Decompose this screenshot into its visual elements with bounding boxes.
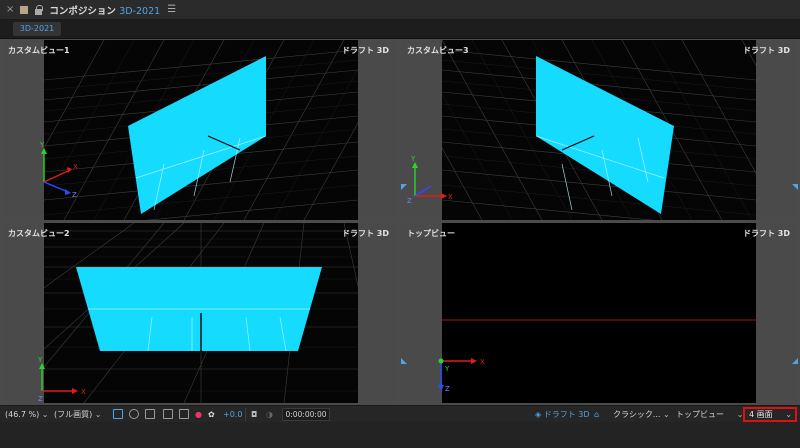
composition-viewer[interactable]: カスタムビュー1 ドラフト 3D Y X Z カスタムビュー3 ドラフト 3D … (0, 39, 800, 405)
chevron-down-icon: ⌄ (94, 410, 102, 419)
exposure-value[interactable]: +0.0 (223, 408, 242, 421)
timecode-field[interactable]: 0:00:00:00 (282, 408, 330, 421)
axis-gizmo: X Y Z (438, 358, 485, 393)
view-layout-dropdown[interactable]: 4 画面 ⌄ (743, 407, 797, 422)
axis-y-label: Y (444, 365, 450, 373)
panel-title-text: コンポジション (49, 5, 116, 17)
panel-menu-icon[interactable]: ☰ (167, 4, 176, 15)
fast-previews-icon[interactable] (113, 409, 123, 419)
close-icon[interactable]: × (6, 4, 14, 15)
resolution-dropdown[interactable]: (フル画質) ⌄ (54, 408, 102, 421)
axis-gizmo: Y X Z (37, 356, 86, 403)
viewport-custom-view-3[interactable]: カスタムビュー3 ドラフト 3D Y X Z (401, 40, 798, 220)
axis-z-label: Z (407, 197, 412, 205)
composition-tab-strip: 3D-2021 (0, 20, 800, 39)
axis-z-label: Z (38, 395, 43, 403)
zoom-dropdown[interactable]: (46.7 %) ⌄ (5, 408, 48, 421)
mask-visibility-icon[interactable] (145, 409, 155, 419)
axis-z-label: Z (72, 191, 77, 199)
view-layout-value: 4 画面 (749, 410, 773, 419)
chevron-down-icon: ⌄ (41, 410, 49, 419)
composition-panel: × コンポジション 3D-2021 ☰ 3D-2021 カスタムビュー1 ドラフ… (0, 0, 800, 448)
viewport-label: カスタムビュー3 (407, 46, 469, 55)
viewport-custom-view-1[interactable]: カスタムビュー1 ドラフト 3D Y X Z (2, 40, 397, 220)
viewport-render-mode: ドラフト 3D (342, 229, 389, 238)
panel-title-bar: × コンポジション 3D-2021 ☰ (0, 0, 800, 20)
grid-guides-icon[interactable] (179, 409, 189, 419)
viewport-render-mode: ドラフト 3D (743, 46, 790, 55)
renderer-dropdown[interactable]: クラシック... ⌄ (613, 408, 670, 421)
viewport-render-mode: ドラフト 3D (342, 46, 389, 55)
exposure-reset-icon[interactable]: ✿ (208, 408, 215, 421)
axis-x-label: X (73, 163, 78, 171)
active-viewport-corner (401, 184, 407, 190)
snapshot-camera-icon[interactable]: ◘ (251, 408, 257, 421)
scene-canvas (44, 40, 358, 220)
region-of-interest-icon[interactable] (163, 409, 173, 419)
axis-gizmo: Y X Z (407, 156, 453, 205)
transparency-grid-icon[interactable] (129, 409, 139, 419)
3d-view-dropdown[interactable]: トップビュー ⌄ (676, 408, 743, 421)
chevron-down-icon: ⌄ (785, 410, 792, 419)
axis-y-label: Y (37, 356, 43, 364)
axis-gizmo: Y X Z (39, 141, 78, 199)
scene-canvas (442, 40, 756, 220)
axis-y-label: Y (410, 156, 416, 163)
viewport-label: カスタムビュー2 (8, 229, 70, 238)
composition-tab[interactable]: 3D-2021 (13, 22, 61, 36)
composition-name[interactable]: 3D-2021 (119, 6, 160, 17)
viewport-label: トップビュー (407, 229, 455, 238)
axis-x-label: X (81, 388, 86, 396)
channel-icon[interactable]: ● (195, 408, 202, 421)
axis-x-label: X (480, 358, 485, 366)
active-viewport-corner (792, 184, 798, 190)
axis-x-label: X (448, 193, 453, 201)
chevron-down-icon: ⌄ (663, 410, 670, 419)
viewer-toolbar: (46.7 %) ⌄ (フル画質) ⌄ ● ✿ +0.0 ◘ ◑ 0:00:00… (0, 405, 800, 422)
lock-icon[interactable] (34, 4, 44, 15)
viewport-render-mode: ドラフト 3D (743, 229, 790, 238)
viewport-custom-view-2[interactable]: カスタムビュー2 ドラフト 3D Y X Z (2, 223, 397, 403)
label-color-swatch[interactable] (20, 5, 29, 14)
axis-z-label: Z (445, 385, 450, 393)
panel-title: コンポジション 3D-2021 (49, 3, 160, 17)
active-viewport-corner (401, 358, 407, 364)
extended-viewer-icon[interactable]: ⌂ (594, 408, 599, 421)
active-viewport-corner (792, 358, 798, 364)
viewport-top-view[interactable]: トップビュー ドラフト 3D X Y Z (401, 223, 798, 403)
panel-footer (0, 422, 800, 448)
axis-y-label: Y (39, 141, 45, 149)
viewport-label: カスタムビュー1 (8, 46, 70, 55)
draft-3d-toggle[interactable]: ◈ ドラフト 3D (535, 408, 590, 421)
show-snapshot-icon[interactable]: ◑ (266, 408, 273, 421)
